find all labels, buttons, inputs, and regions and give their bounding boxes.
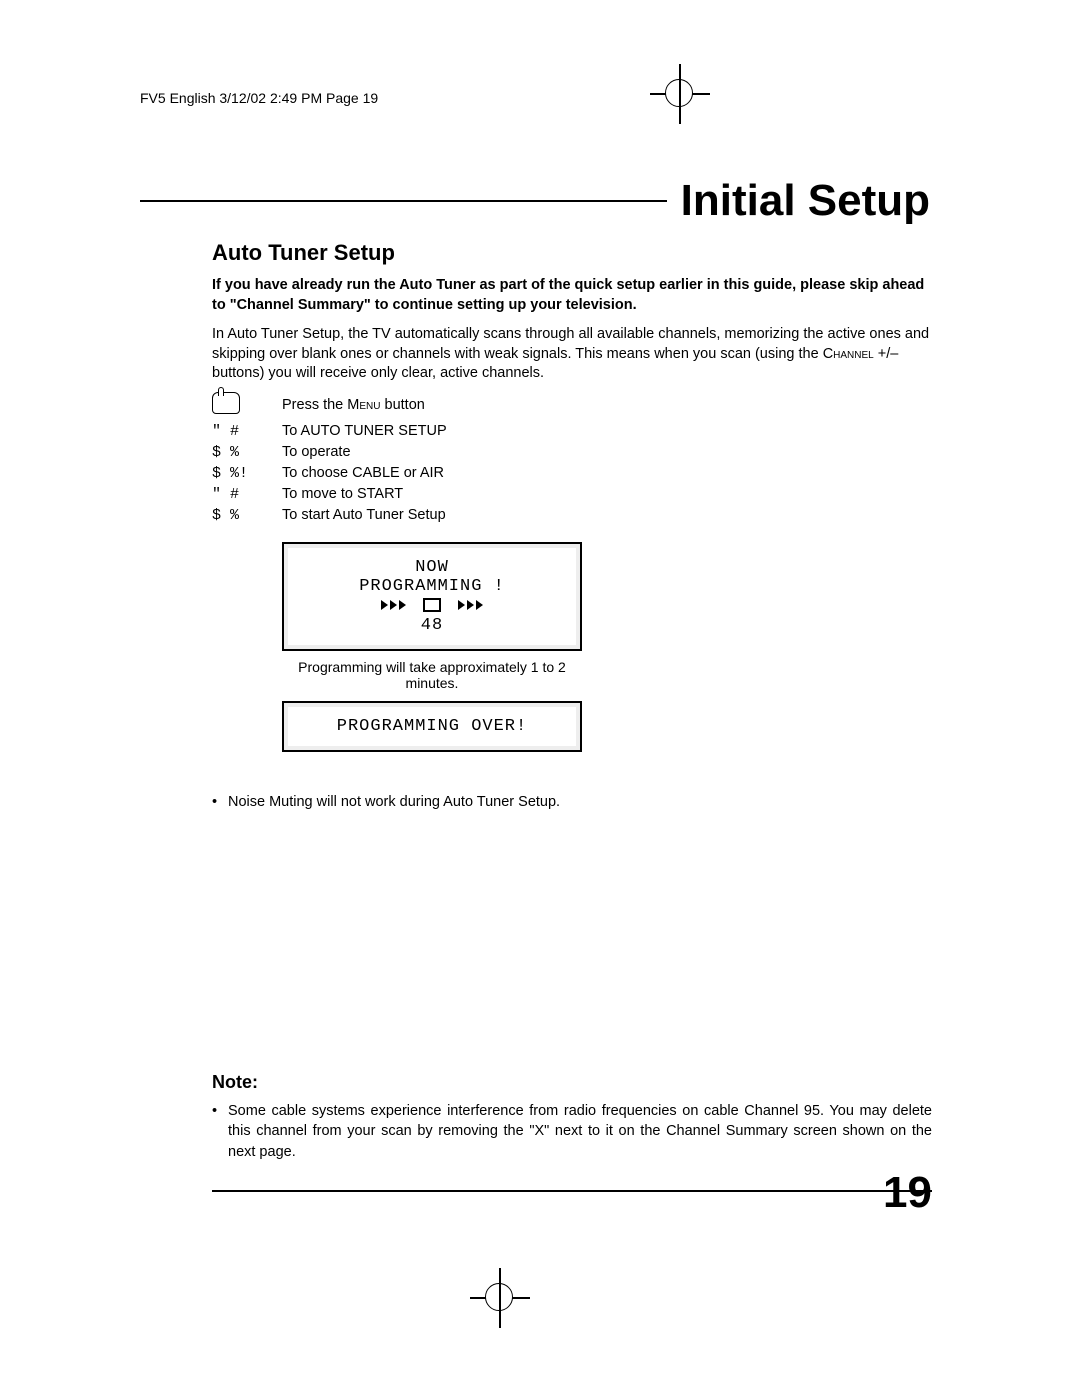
intro-body-a: In Auto Tuner Setup, the TV automaticall… bbox=[212, 326, 929, 362]
step-glyph: $ %! bbox=[212, 465, 282, 482]
title-rule-left bbox=[140, 200, 198, 202]
hand-press-icon bbox=[212, 392, 282, 419]
print-slug: FV5 English 3/12/02 2:49 PM Page 19 bbox=[140, 90, 940, 106]
step-row: " # To move to START bbox=[212, 486, 932, 503]
osd-now-programming: NOW PROGRAMMING ! 48 bbox=[282, 542, 582, 651]
title-row: Initial Setup bbox=[140, 176, 940, 226]
triangle-icon bbox=[381, 600, 388, 610]
step-text: To AUTO TUNER SETUP bbox=[282, 423, 932, 439]
note-text: Some cable systems experience interferen… bbox=[228, 1101, 932, 1162]
osd-line2: PROGRAMMING ! bbox=[294, 577, 570, 596]
footer-rule bbox=[212, 1190, 932, 1192]
intro-smallcaps-channel: Channel bbox=[823, 346, 874, 362]
step-glyph: $ % bbox=[212, 507, 282, 524]
note-heading: Note: bbox=[212, 1072, 932, 1093]
note-bullet: • Some cable systems experience interfer… bbox=[212, 1101, 932, 1162]
step-glyph: " # bbox=[212, 423, 282, 440]
tv-icon bbox=[423, 598, 441, 612]
bullet-text: Noise Muting will not work during Auto T… bbox=[228, 792, 932, 812]
osd-channel-number: 48 bbox=[294, 616, 570, 635]
step-glyph: $ % bbox=[212, 444, 282, 461]
programming-caption: Programming will take approximately 1 to… bbox=[282, 659, 582, 691]
triangle-icon bbox=[458, 600, 465, 610]
bullet-dot: • bbox=[212, 1101, 228, 1162]
step-row: Press the Menu button bbox=[212, 392, 932, 419]
step-text: To operate bbox=[282, 444, 932, 460]
triangle-icon bbox=[390, 600, 397, 610]
page-title: Initial Setup bbox=[681, 176, 930, 226]
triangle-icon bbox=[399, 600, 406, 610]
page-number: 19 bbox=[883, 1168, 932, 1218]
step-row: " # To AUTO TUNER SETUP bbox=[212, 423, 932, 440]
step-list: Press the Menu button " # To AUTO TUNER … bbox=[212, 392, 932, 524]
triangle-icon bbox=[476, 600, 483, 610]
step-row: $ % To operate bbox=[212, 444, 932, 461]
intro-body: In Auto Tuner Setup, the TV automaticall… bbox=[212, 325, 932, 384]
step-text: To start Auto Tuner Setup bbox=[282, 507, 932, 523]
step-text: To move to START bbox=[282, 486, 932, 502]
progress-icons bbox=[294, 596, 570, 616]
step-text: To choose CABLE or AIR bbox=[282, 465, 932, 481]
bullet-dot: • bbox=[212, 792, 228, 812]
osd-line1: NOW bbox=[294, 558, 570, 577]
osd-programming-over: PROGRAMMING OVER! bbox=[282, 701, 582, 752]
title-rule-right bbox=[198, 200, 667, 202]
bullet-item: • Noise Muting will not work during Auto… bbox=[212, 792, 932, 812]
step-row: $ %! To choose CABLE or AIR bbox=[212, 465, 932, 482]
step-text: Press the Menu button bbox=[282, 397, 932, 413]
step-row: $ % To start Auto Tuner Setup bbox=[212, 507, 932, 524]
section-heading: Auto Tuner Setup bbox=[212, 240, 932, 266]
page-body: FV5 English 3/12/02 2:49 PM Page 19 Init… bbox=[140, 90, 940, 1192]
content-column: Auto Tuner Setup If you have already run… bbox=[212, 240, 932, 1192]
osd2-text: PROGRAMMING OVER! bbox=[337, 717, 527, 736]
triangle-icon bbox=[467, 600, 474, 610]
intro-bold: If you have already run the Auto Tuner a… bbox=[212, 276, 932, 315]
step-glyph: " # bbox=[212, 486, 282, 503]
